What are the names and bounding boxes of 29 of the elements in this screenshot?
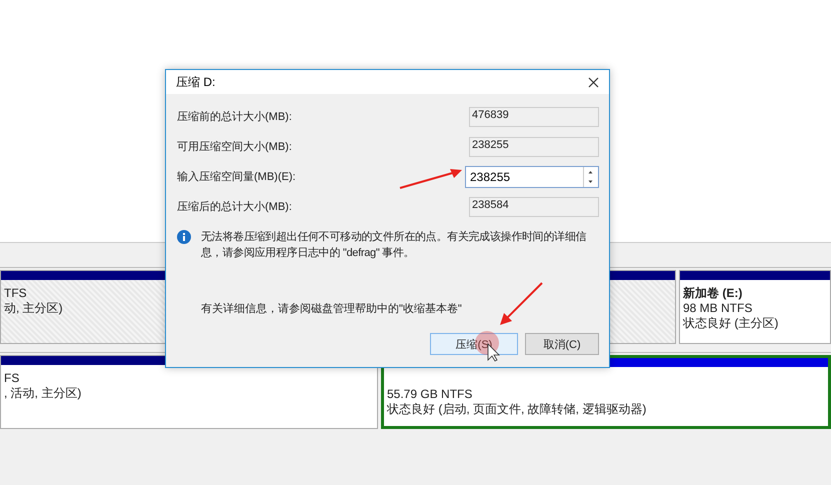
partition-info: 55.79 GB NTFS — [387, 387, 472, 402]
partition-info: 98 MB NTFS — [683, 301, 752, 316]
partition-info: 状态良好 (主分区) — [683, 316, 778, 331]
partition-info: FS — [4, 371, 20, 386]
field-label: 可用压缩空间大小(MB): — [177, 140, 292, 154]
value-field: 238255 — [469, 136, 599, 156]
partition-name: 新加卷 (E:) — [683, 286, 744, 301]
partition-block[interactable]: FS , 活动, 主分区) — [0, 355, 378, 429]
partition-info: , 活动, 主分区) — [4, 386, 82, 401]
field-label: 压缩后的总计大小(MB): — [177, 200, 292, 214]
partition-block[interactable]: 55.79 GB NTFS 状态良好 (启动, 页面文件, 故障转储, 逻辑驱动器) — [381, 355, 831, 429]
info-icon — [177, 230, 191, 244]
partition-info: 动, 主分区) — [4, 301, 63, 316]
partition-info: TFS — [4, 286, 27, 301]
value-field: 238584 — [469, 196, 599, 216]
amount-spinner[interactable]: 238255 — [465, 166, 599, 188]
dialog-title: 压缩 D: — [176, 74, 216, 90]
arrow — [498, 281, 544, 327]
amount-input[interactable]: 238255 — [466, 166, 583, 186]
close-icon[interactable] — [588, 76, 599, 88]
arrow — [398, 167, 464, 191]
help-text: 有关详细信息，请参阅磁盘管理帮助中的"收缩基本卷" — [201, 302, 463, 316]
field-label: 压缩前的总计大小(MB): — [177, 110, 292, 124]
partition-block[interactable]: 新加卷 (E:) 98 MB NTFS 状态良好 (主分区) — [679, 270, 831, 344]
value-field: 476839 — [469, 106, 599, 126]
partition-info: 状态良好 (启动, 页面文件, 故障转储, 逻辑驱动器) — [387, 402, 646, 417]
field-label: 输入压缩空间量(MB)(E): — [177, 170, 296, 184]
cancel-button[interactable]: 取消(C) — [525, 333, 599, 355]
info-text: 无法将卷压缩到超出任何不可移动的文件所在的点。有关完成该操作时间的详细信息，请参阅应用程序日志中的 "defrag" 事件。 — [201, 230, 588, 261]
